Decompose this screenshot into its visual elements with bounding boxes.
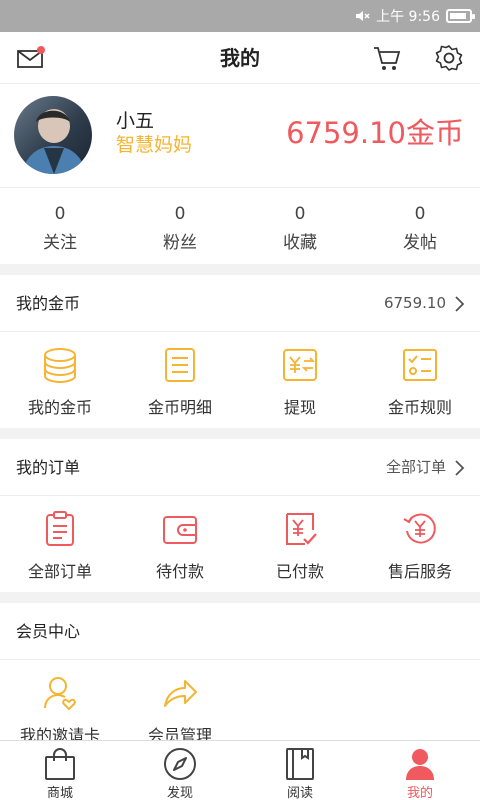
bottom-tab-bar: 商城 发现 阅读 我的	[0, 740, 480, 800]
orders-section-header[interactable]: 我的订单 全部订单	[0, 439, 480, 496]
orders-grid: 全部订单 待付款 已付款 售后服务	[0, 496, 480, 592]
cell-label: 全部订单	[27, 562, 92, 581]
share-arrow-icon	[164, 680, 197, 707]
stats-row: 0 关注 0 粉丝 0 收藏 0 发帖	[0, 188, 480, 264]
rules-icon	[403, 349, 437, 381]
cell-label: 待付款	[155, 562, 204, 581]
book-icon	[286, 748, 314, 780]
wallet-icon	[163, 516, 197, 544]
tab-read[interactable]: 阅读	[240, 741, 360, 800]
shopping-bag-icon	[45, 748, 75, 780]
tab-label: 发现	[166, 786, 193, 800]
coins-grid: 我的金币 金币明细 提现 金币规则	[0, 332, 480, 428]
withdraw-button[interactable]: 提现	[240, 332, 360, 428]
my-coins-button[interactable]: 我的金币	[0, 332, 120, 428]
receipt-icon	[165, 348, 195, 382]
paid-icon	[286, 513, 317, 545]
tab-discover[interactable]: 发现	[120, 741, 240, 800]
stat-label: 收藏	[283, 233, 317, 253]
mute-icon	[356, 11, 370, 21]
divider	[0, 264, 480, 275]
paid-button[interactable]: 已付款	[240, 496, 360, 592]
coins-section: 我的金币 6759.10 我的金币 金币明细 提现 金币规则	[0, 275, 480, 428]
stat-value: 0	[294, 204, 306, 224]
profile-card[interactable]: 小五 智慧妈妈 6759.10金币	[0, 84, 480, 188]
stat-favorites[interactable]: 0 收藏	[240, 188, 360, 264]
coin-total: 6759.10金币	[286, 116, 464, 150]
battery-fill	[450, 13, 466, 19]
user-title: 智慧妈妈	[116, 134, 193, 156]
pending-payment-button[interactable]: 待付款	[120, 496, 240, 592]
chevron-right-icon	[455, 460, 465, 476]
coins-section-header[interactable]: 我的金币 6759.10	[0, 275, 480, 332]
app-header: 我的	[0, 32, 480, 84]
stat-posts[interactable]: 0 发帖	[360, 188, 480, 264]
gear-icon[interactable]	[434, 44, 464, 72]
cell-label: 提现	[283, 398, 316, 417]
status-time: 上午 9:56	[376, 9, 440, 25]
stat-value: 0	[174, 204, 186, 224]
username: 小五	[116, 110, 155, 132]
cell-label: 金币规则	[387, 398, 452, 417]
invite-card-icon	[44, 677, 76, 711]
coins-balance: 6759.10	[383, 294, 446, 312]
chevron-right-icon	[455, 296, 465, 312]
tab-label: 商城	[46, 786, 73, 800]
refund-icon	[403, 513, 436, 544]
all-orders-link[interactable]: 全部订单	[386, 439, 446, 496]
cell-label: 金币明细	[147, 398, 212, 417]
section-title: 我的订单	[16, 458, 81, 477]
tab-label: 我的	[406, 786, 433, 800]
stat-fans[interactable]: 0 粉丝	[120, 188, 240, 264]
cell-label: 售后服务	[387, 562, 452, 581]
orders-section: 我的订单 全部订单 全部订单 待付款 已付款 售后服务	[0, 439, 480, 592]
stat-value: 0	[414, 204, 426, 224]
withdraw-icon	[283, 349, 317, 381]
coin-details-button[interactable]: 金币明细	[120, 332, 240, 428]
tab-label: 阅读	[286, 786, 313, 800]
person-icon	[406, 749, 434, 780]
stat-value: 0	[54, 204, 66, 224]
section-title: 会员中心	[16, 622, 81, 641]
clipboard-icon	[46, 511, 74, 546]
tab-mall[interactable]: 商城	[0, 741, 120, 800]
section-title: 我的金币	[16, 294, 81, 313]
page-title: 我的	[220, 46, 260, 70]
divider	[0, 428, 480, 439]
avatar[interactable]	[14, 96, 92, 174]
tab-mine[interactable]: 我的	[360, 741, 480, 800]
stat-label: 粉丝	[163, 233, 197, 253]
all-orders-button[interactable]: 全部订单	[0, 496, 120, 592]
stat-label: 发帖	[403, 233, 437, 253]
stat-label: 关注	[43, 233, 77, 253]
after-sales-button[interactable]: 售后服务	[360, 496, 480, 592]
coin-rules-button[interactable]: 金币规则	[360, 332, 480, 428]
battery-icon	[446, 9, 475, 23]
stat-follow[interactable]: 0 关注	[0, 188, 120, 264]
divider	[0, 592, 480, 603]
compass-icon	[164, 748, 196, 780]
cell-label: 我的金币	[27, 398, 92, 417]
cart-icon[interactable]	[372, 44, 402, 72]
cell-label: 已付款	[275, 562, 324, 581]
member-section: 会员中心 我的邀请卡 会员管理	[0, 603, 480, 756]
member-section-header: 会员中心	[0, 603, 480, 660]
status-bar: 上午 9:56	[0, 0, 480, 32]
coin-stack-icon	[44, 348, 76, 384]
